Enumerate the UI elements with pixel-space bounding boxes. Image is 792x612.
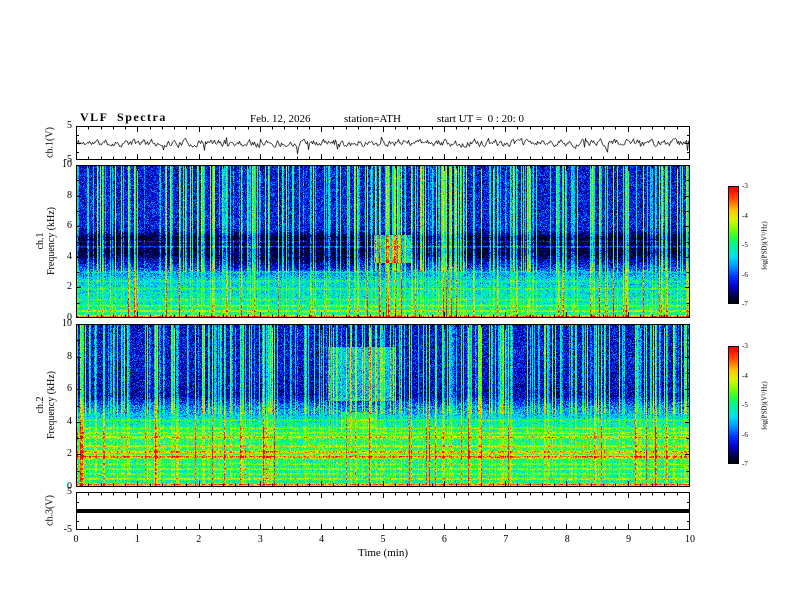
colorbar-ch1 bbox=[728, 186, 739, 304]
ch1-freq-tick-label: 6 bbox=[67, 220, 72, 232]
colorbar2-tick-label: -4 bbox=[742, 371, 748, 380]
ch1-freq-tick-label: 4 bbox=[67, 250, 72, 262]
ch1-freq-tick-label: 2 bbox=[67, 281, 72, 293]
date-label: Feb. 12, 2026 bbox=[250, 113, 311, 125]
ch2-freq-tick-label: 10 bbox=[62, 318, 72, 329]
colorbar2-tick-label: -6 bbox=[742, 430, 748, 439]
ch1-voltage-tick-label: -5 bbox=[63, 154, 72, 165]
start-ut-label: start UT = 0 : 20: 0 bbox=[437, 113, 524, 125]
ch2-freq-tick-label: 2 bbox=[67, 448, 72, 460]
page-title: VLF Spectra bbox=[80, 110, 167, 124]
colorbar2-tick-label: -3 bbox=[742, 342, 748, 350]
ch2-spectrogram-panel bbox=[76, 324, 690, 487]
x-tick-label: 4 bbox=[319, 534, 325, 545]
ch2-frequency-axis-label: ch.2 Frequency (kHz) bbox=[35, 370, 57, 440]
x-tick-label: 6 bbox=[441, 534, 447, 545]
vlf-spectra-figure: VLF Spectra Feb. 12, 2026 station=ATH st… bbox=[0, 0, 792, 612]
colorbar1-tick-label: -4 bbox=[742, 211, 748, 220]
colorbar-ch2 bbox=[728, 346, 739, 464]
colorbar1-tick-label: -7 bbox=[742, 300, 748, 308]
colorbar1-label: log(PSD)(V²/Hz) bbox=[760, 221, 769, 270]
x-tick-label: 9 bbox=[626, 534, 632, 545]
x-tick-label: 7 bbox=[503, 534, 509, 545]
x-tick-label: 8 bbox=[564, 534, 570, 545]
ch1-frequency-axis-label: ch.1 Frequency (kHz) bbox=[35, 206, 57, 276]
ch1-spectrogram-panel bbox=[76, 165, 690, 318]
x-tick-label: 10 bbox=[685, 534, 695, 545]
colorbar1-tick-label: -3 bbox=[742, 182, 748, 190]
ch1-voltage-tick-label: 5 bbox=[67, 120, 72, 131]
ch2-freq-tick-label: 8 bbox=[67, 350, 72, 362]
ch2-freq-tick-label: 4 bbox=[67, 415, 72, 427]
ch1-freq-tick-label: 8 bbox=[67, 189, 72, 201]
station-label: station=ATH bbox=[344, 113, 401, 125]
ch3-waveform-panel bbox=[76, 492, 690, 530]
x-tick-label: 3 bbox=[257, 534, 263, 545]
ch2-freq-tick-label: 6 bbox=[67, 383, 72, 395]
colorbar2-label: log(PSD)(V²/Hz) bbox=[760, 381, 769, 430]
ch3-voltage-tick-label: 5 bbox=[67, 486, 72, 497]
colorbar2-tick-label: -5 bbox=[742, 401, 748, 409]
ch1-waveform-panel bbox=[76, 126, 690, 160]
colorbar2-tick-label: -7 bbox=[742, 460, 748, 468]
colorbar1-tick-label: -5 bbox=[742, 241, 748, 249]
ch3-voltage-tick-label: -5 bbox=[63, 524, 72, 535]
time-axis-label: Time (min) bbox=[357, 547, 408, 559]
colorbar1-tick-label: -6 bbox=[742, 270, 748, 279]
x-tick-label: 2 bbox=[196, 534, 202, 545]
x-tick-label: 5 bbox=[380, 534, 386, 545]
x-tick-label: 1 bbox=[134, 534, 140, 545]
